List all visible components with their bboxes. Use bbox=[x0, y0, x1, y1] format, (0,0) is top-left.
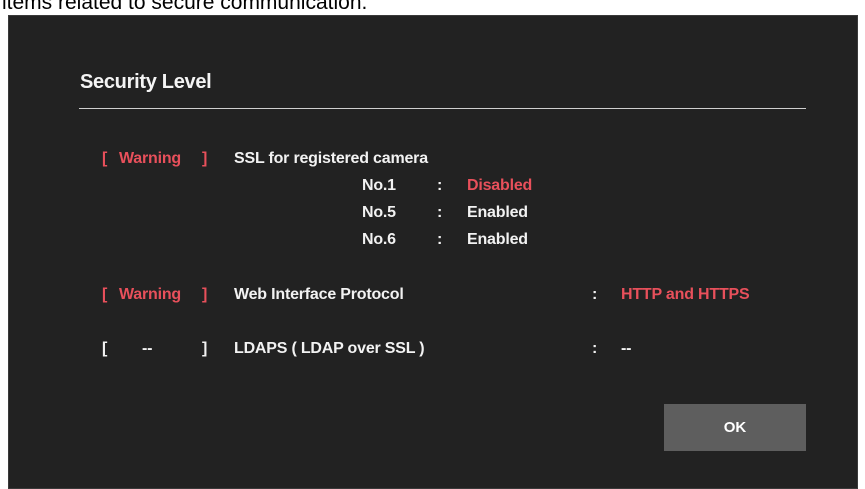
dialog-title: Security Level bbox=[80, 71, 212, 93]
status-bracket-open: [ bbox=[102, 286, 108, 303]
item-value-ldaps: -- bbox=[621, 340, 632, 357]
status-bracket-close: ] bbox=[202, 286, 208, 303]
status-bracket-close: ] bbox=[202, 340, 208, 357]
camera-ssl-value: Enabled bbox=[467, 204, 528, 221]
camera-ssl-value: Disabled bbox=[467, 177, 533, 194]
camera-name: No.6 bbox=[362, 231, 396, 248]
ok-button[interactable]: OK bbox=[664, 404, 806, 451]
item-label-ldaps: LDAPS ( LDAP over SSL ) bbox=[234, 340, 425, 357]
camera-ssl-value: Enabled bbox=[467, 231, 528, 248]
item-label-ssl-camera: SSL for registered camera bbox=[234, 150, 428, 167]
status-bracket-open: [ bbox=[102, 150, 108, 167]
camera-separator: : bbox=[437, 177, 443, 194]
item-separator: : bbox=[592, 340, 598, 357]
status-badge-warning: Warning bbox=[119, 286, 181, 303]
security-level-dialog: Security Level [ Warning ] SSL for regis… bbox=[8, 15, 858, 489]
status-bracket-open: [ bbox=[102, 340, 108, 357]
status-bracket-close: ] bbox=[202, 150, 208, 167]
status-badge-warning: Warning bbox=[119, 150, 181, 167]
item-label-web-protocol: Web Interface Protocol bbox=[234, 286, 404, 303]
camera-separator: : bbox=[437, 204, 443, 221]
item-value-web-protocol: HTTP and HTTPS bbox=[621, 286, 750, 303]
camera-name: No.1 bbox=[362, 177, 396, 194]
status-badge-none: -- bbox=[142, 340, 153, 357]
camera-name: No.5 bbox=[362, 204, 396, 221]
item-separator: : bbox=[592, 286, 598, 303]
title-divider bbox=[79, 108, 806, 109]
page-caption: items related to secure communication. bbox=[2, 0, 368, 14]
camera-separator: : bbox=[437, 231, 443, 248]
